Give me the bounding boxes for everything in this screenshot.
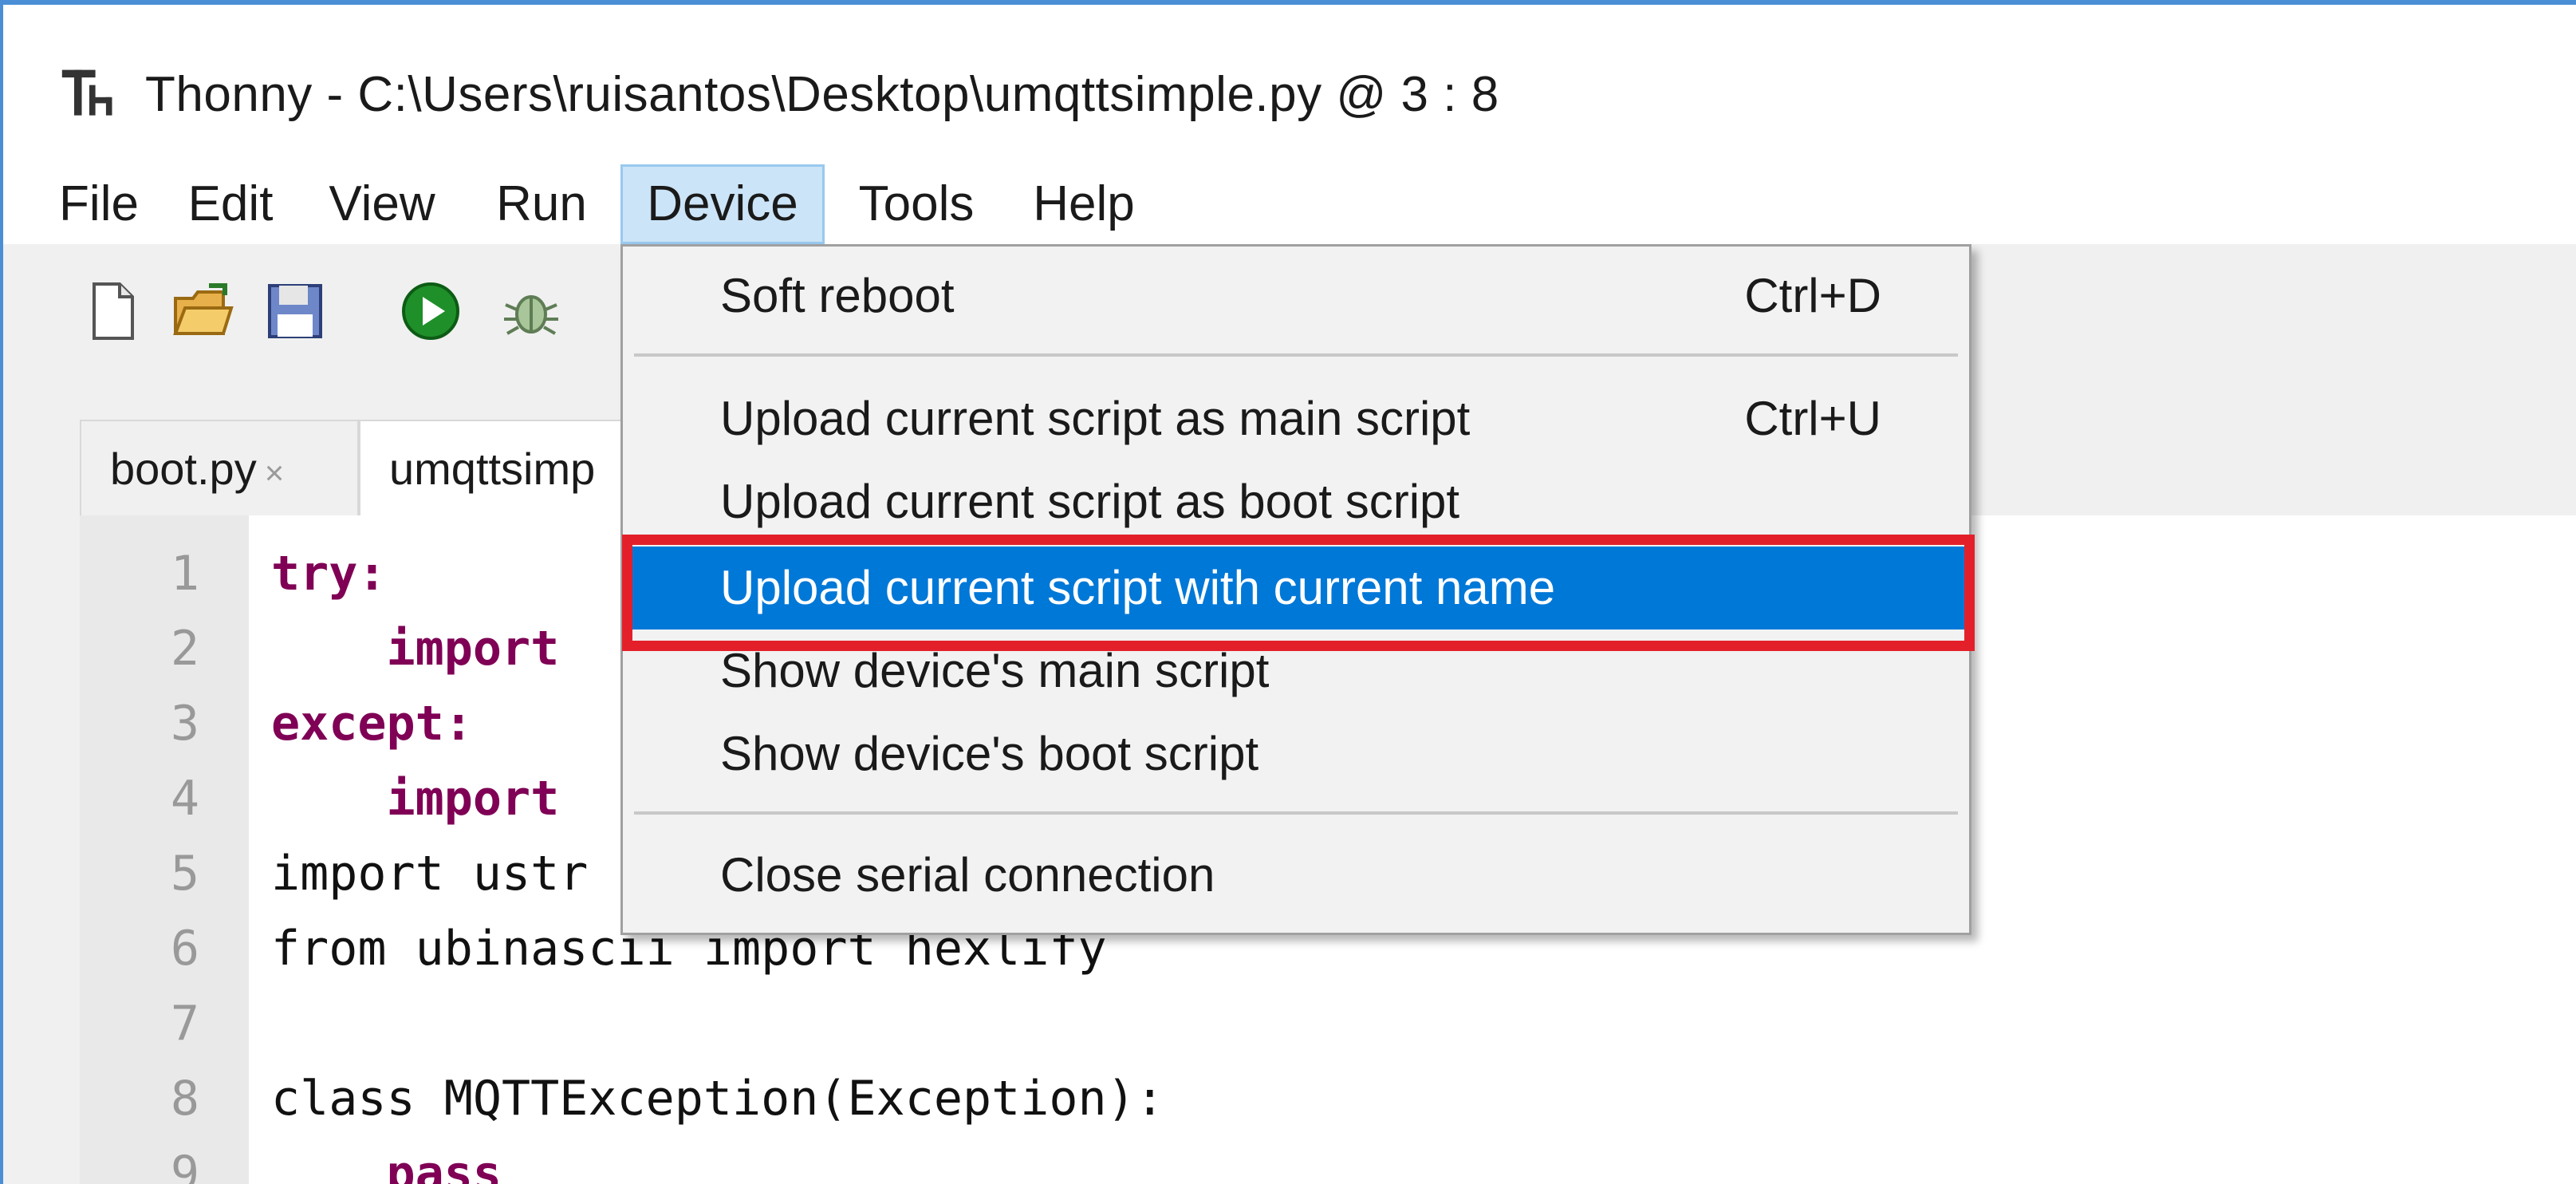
window-title: Thonny - C:\Users\ruisantos\Desktop\umqt… bbox=[145, 67, 1499, 122]
menu-item-show-boot[interactable]: Show device's boot script bbox=[623, 712, 1969, 795]
menu-item-label: Show device's boot script bbox=[720, 727, 1259, 780]
code-line: import ustr bbox=[271, 846, 589, 902]
menu-device[interactable]: Device bbox=[620, 164, 825, 244]
code-line: import bbox=[271, 771, 560, 827]
menu-item-soft-reboot[interactable]: Soft reboot Ctrl+D bbox=[623, 255, 1969, 337]
menu-item-label: Close serial connection bbox=[720, 848, 1215, 902]
menu-item-label: Upload current script as main script bbox=[720, 392, 1471, 445]
menu-item-label: Soft reboot bbox=[720, 269, 955, 322]
menu-item-close-serial[interactable]: Close serial connection bbox=[623, 834, 1969, 917]
menu-file[interactable]: File bbox=[51, 164, 147, 244]
line-number: 5 bbox=[170, 846, 199, 902]
line-number: 7 bbox=[170, 996, 199, 1052]
debug-icon[interactable] bbox=[499, 279, 563, 343]
line-number: 9 bbox=[170, 1146, 199, 1184]
open-folder-icon[interactable] bbox=[171, 279, 234, 343]
menu-bar: File Edit View Run Device Tools Help bbox=[3, 164, 2576, 244]
close-icon[interactable]: × bbox=[265, 454, 285, 491]
title-bar: Thonny - C:\Users\ruisantos\Desktop\umqt… bbox=[3, 5, 2576, 164]
thonny-app-icon bbox=[61, 69, 112, 116]
line-number: 1 bbox=[170, 546, 199, 602]
menu-item-label: Upload current script as boot script bbox=[720, 475, 1460, 528]
menu-item-upload-boot[interactable]: Upload current script as boot script bbox=[623, 460, 1969, 543]
menu-tools[interactable]: Tools bbox=[841, 164, 992, 244]
menu-separator bbox=[634, 811, 1958, 815]
code-line: import bbox=[271, 621, 560, 677]
menu-help[interactable]: Help bbox=[1016, 164, 1152, 244]
menu-item-shortcut: Ctrl+D bbox=[1744, 269, 1881, 322]
run-icon[interactable] bbox=[399, 279, 463, 343]
line-number: 3 bbox=[170, 696, 199, 752]
menu-separator bbox=[634, 353, 1958, 357]
menu-view[interactable]: View bbox=[314, 164, 450, 244]
menu-item-label: Upload current script with current name bbox=[720, 561, 1556, 614]
code-line: pass bbox=[271, 1146, 502, 1184]
line-number: 6 bbox=[170, 921, 199, 977]
line-number: 4 bbox=[170, 771, 199, 827]
thonny-window: Thonny - C:\Users\ruisantos\Desktop\umqt… bbox=[0, 0, 2576, 1184]
menu-item-shortcut: Ctrl+U bbox=[1744, 392, 1881, 445]
code-line: except: bbox=[271, 696, 473, 752]
menu-run[interactable]: Run bbox=[482, 164, 601, 244]
line-number-gutter: 1 2 3 4 5 6 7 8 9 bbox=[80, 515, 249, 1184]
code-line: try: bbox=[271, 546, 387, 602]
code-line: class MQTTException(Exception): bbox=[271, 1071, 1164, 1127]
line-number: 2 bbox=[170, 621, 199, 677]
tab-label: boot.py bbox=[110, 444, 257, 494]
line-number: 8 bbox=[170, 1071, 199, 1127]
new-file-icon[interactable] bbox=[81, 279, 145, 343]
menu-item-upload-current-name[interactable]: Upload current script with current name bbox=[623, 547, 1969, 629]
device-dropdown-menu: Soft reboot Ctrl+D Upload current script… bbox=[620, 244, 1971, 935]
save-icon[interactable] bbox=[263, 279, 327, 343]
tab-boot-py[interactable]: boot.py × bbox=[80, 420, 359, 515]
menu-item-show-main[interactable]: Show device's main script bbox=[623, 629, 1969, 712]
menu-edit[interactable]: Edit bbox=[171, 164, 290, 244]
menu-item-upload-main[interactable]: Upload current script as main script Ctr… bbox=[623, 377, 1969, 460]
menu-item-label: Show device's main script bbox=[720, 644, 1270, 697]
tab-label: umqttsimp bbox=[389, 444, 596, 494]
